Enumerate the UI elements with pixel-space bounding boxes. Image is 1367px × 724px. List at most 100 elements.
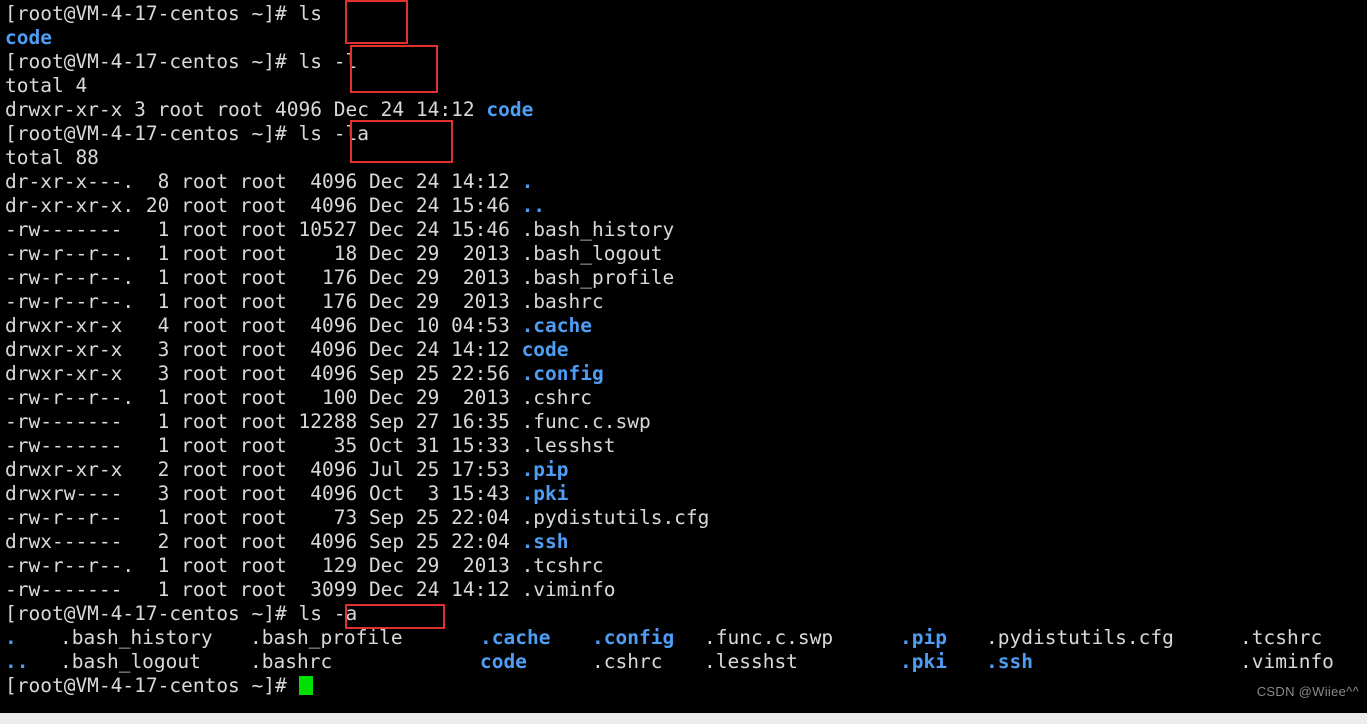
- shell-prompt: [root@VM-4-17-centos ~]#: [5, 50, 299, 73]
- file-metadata: -rw-r--r--. 1 root root 176 Dec 29 2013: [5, 290, 522, 313]
- output-text: total 4: [5, 74, 88, 97]
- file-name: .lesshst: [704, 650, 798, 673]
- file-name: .bashrc: [250, 650, 333, 673]
- file-name: .pki: [900, 650, 947, 673]
- bottom-bar: [0, 713, 1367, 724]
- command-text: ls -a: [298, 602, 358, 625]
- file-name: code: [486, 98, 534, 121]
- file-name: .cache: [521, 314, 593, 337]
- file-metadata: -rw------- 1 root root 3099 Dec 24 14:12: [5, 578, 522, 601]
- file-metadata: drwxr-xr-x 3 root root 4096 Dec 24 14:12: [5, 98, 487, 121]
- output-line: code: [5, 26, 709, 50]
- file-name: ..: [521, 194, 546, 217]
- file-name: .config: [592, 626, 675, 649]
- file-name: .cache: [480, 626, 551, 649]
- file-name: .: [521, 170, 534, 193]
- file-name: .bash_history: [521, 218, 675, 241]
- file-name: .pydistutils.cfg: [986, 626, 1174, 649]
- command-text: ls: [298, 2, 322, 25]
- prompt-line: [root@VM-4-17-centos ~]# ls -la: [5, 122, 709, 146]
- file-name: .pki: [521, 482, 569, 505]
- file-name: .config: [521, 362, 604, 385]
- file-listing-row: -rw-r--r--. 1 root root 18 Dec 29 2013 .…: [5, 242, 709, 266]
- file-metadata: drwxr-xr-x 4 root root 4096 Dec 10 04:53: [5, 314, 522, 337]
- file-metadata: -rw------- 1 root root 12288 Sep 27 16:3…: [5, 410, 522, 433]
- file-listing-row: -rw-r--r--. 1 root root 176 Dec 29 2013 …: [5, 266, 709, 290]
- file-name: code: [521, 338, 569, 361]
- file-listing-row: -rw-r--r--. 1 root root 100 Dec 29 2013 …: [5, 386, 709, 410]
- file-name: .bash_profile: [250, 626, 403, 649]
- output-line: total 88: [5, 146, 709, 170]
- file-name: .tcshrc: [521, 554, 604, 577]
- file-listing-row: drwx------ 2 root root 4096 Sep 25 22:04…: [5, 530, 709, 554]
- file-name: code: [480, 650, 527, 673]
- file-name: .func.c.swp: [521, 410, 651, 433]
- file-name: ..: [5, 650, 29, 673]
- file-metadata: -rw-r--r--. 1 root root 176 Dec 29 2013: [5, 266, 522, 289]
- file-listing-row: dr-xr-x---. 8 root root 4096 Dec 24 14:1…: [5, 170, 709, 194]
- file-listing-row: dr-xr-xr-x. 20 root root 4096 Dec 24 15:…: [5, 194, 709, 218]
- file-listing-row: drwxr-xr-x 2 root root 4096 Jul 25 17:53…: [5, 458, 709, 482]
- prompt-line: [root@VM-4-17-centos ~]# ls -l: [5, 50, 709, 74]
- file-metadata: -rw------- 1 root root 10527 Dec 24 15:4…: [5, 218, 522, 241]
- file-listing-row: -rw-r--r-- 1 root root 73 Sep 25 22:04 .…: [5, 506, 709, 530]
- file-listing-row: -rw------- 1 root root 10527 Dec 24 15:4…: [5, 218, 709, 242]
- file-name: .cshrc: [592, 650, 663, 673]
- directory-name: code: [5, 26, 52, 49]
- prompt-line-active: [root@VM-4-17-centos ~]#: [5, 674, 709, 698]
- file-listing-row: drwxrw---- 3 root root 4096 Oct 3 15:43 …: [5, 482, 709, 506]
- file-name: .cshrc: [521, 386, 593, 409]
- file-name: .viminfo: [1240, 650, 1334, 673]
- file-listing-row: -rw-r--r--. 1 root root 176 Dec 29 2013 …: [5, 290, 709, 314]
- file-metadata: drwxrw---- 3 root root 4096 Oct 3 15:43: [5, 482, 522, 505]
- terminal-window[interactable]: [root@VM-4-17-centos ~]# ls code [root@VM-…: [0, 0, 1367, 713]
- file-name: .viminfo: [521, 578, 616, 601]
- file-metadata: -rw------- 1 root root 35 Oct 31 15:33: [5, 434, 522, 457]
- command-text: ls -l: [298, 50, 358, 73]
- file-listing-row: -rw-r--r--. 1 root root 129 Dec 29 2013 …: [5, 554, 709, 578]
- watermark: CSDN @Wiiee^^: [1256, 684, 1359, 699]
- file-listing-row: -rw------- 1 root root 35 Oct 31 15:33 .…: [5, 434, 709, 458]
- file-name: .pip: [900, 626, 947, 649]
- file-name: .bash_history: [60, 626, 213, 649]
- shell-prompt: [root@VM-4-17-centos ~]#: [5, 2, 299, 25]
- file-listing-row: drwxr-xr-x 4 root root 4096 Dec 10 04:53…: [5, 314, 709, 338]
- file-name: .bash_profile: [521, 266, 675, 289]
- file-metadata: -rw-r--r-- 1 root root 73 Sep 25 22:04: [5, 506, 522, 529]
- file-listing-row: drwxr-xr-x 3 root root 4096 Dec 24 14:12…: [5, 98, 709, 122]
- file-name: .tcshrc: [1240, 626, 1323, 649]
- file-listing-row: drwxr-xr-x 3 root root 4096 Dec 24 14:12…: [5, 338, 709, 362]
- text-cursor: [298, 676, 313, 695]
- shell-prompt: [root@VM-4-17-centos ~]#: [5, 122, 299, 145]
- output-text: total 88: [5, 146, 99, 169]
- file-metadata: -rw-r--r--. 1 root root 129 Dec 29 2013: [5, 554, 522, 577]
- file-name: .ssh: [521, 530, 569, 553]
- file-metadata: drwxr-xr-x 3 root root 4096 Sep 25 22:56: [5, 362, 522, 385]
- file-metadata: -rw-r--r--. 1 root root 100 Dec 29 2013: [5, 386, 522, 409]
- file-name: .bash_logout: [60, 650, 201, 673]
- file-name: .lesshst: [521, 434, 616, 457]
- file-metadata: dr-xr-xr-x. 20 root root 4096 Dec 24 15:…: [5, 194, 522, 217]
- prompt-line: [root@VM-4-17-centos ~]# ls: [5, 2, 709, 26]
- file-metadata: drwx------ 2 root root 4096 Sep 25 22:04: [5, 530, 522, 553]
- output-line: total 4: [5, 74, 709, 98]
- file-name: .ssh: [986, 650, 1033, 673]
- shell-prompt: [root@VM-4-17-centos ~]#: [5, 674, 299, 697]
- ls-a-row: . .bash_history .bash_profile .cache .config…: [5, 626, 1322, 650]
- file-name: .pydistutils.cfg: [521, 506, 710, 529]
- file-listing-row: drwxr-xr-x 3 root root 4096 Sep 25 22:56…: [5, 362, 709, 386]
- prompt-line: [root@VM-4-17-centos ~]# ls -a: [5, 602, 709, 626]
- file-name: .: [5, 626, 17, 649]
- file-name: .bashrc: [521, 290, 604, 313]
- file-metadata: drwxr-xr-x 3 root root 4096 Dec 24 14:12: [5, 338, 522, 361]
- file-metadata: drwxr-xr-x 2 root root 4096 Jul 25 17:53: [5, 458, 522, 481]
- command-text: ls -la: [298, 122, 369, 145]
- shell-prompt: [root@VM-4-17-centos ~]#: [5, 602, 299, 625]
- file-metadata: -rw-r--r--. 1 root root 18 Dec 29 2013: [5, 242, 522, 265]
- terminal-screen: [root@VM-4-17-centos ~]# ls code [root@VM-…: [5, 2, 1334, 698]
- file-name: .pip: [521, 458, 569, 481]
- file-name: .bash_logout: [521, 242, 663, 265]
- ls-a-row: .. .bash_logout .bashrc code .cshrc .lesshst.…: [5, 650, 1334, 674]
- file-metadata: dr-xr-x---. 8 root root 4096 Dec 24 14:1…: [5, 170, 522, 193]
- file-name: .func.c.swp: [704, 626, 834, 649]
